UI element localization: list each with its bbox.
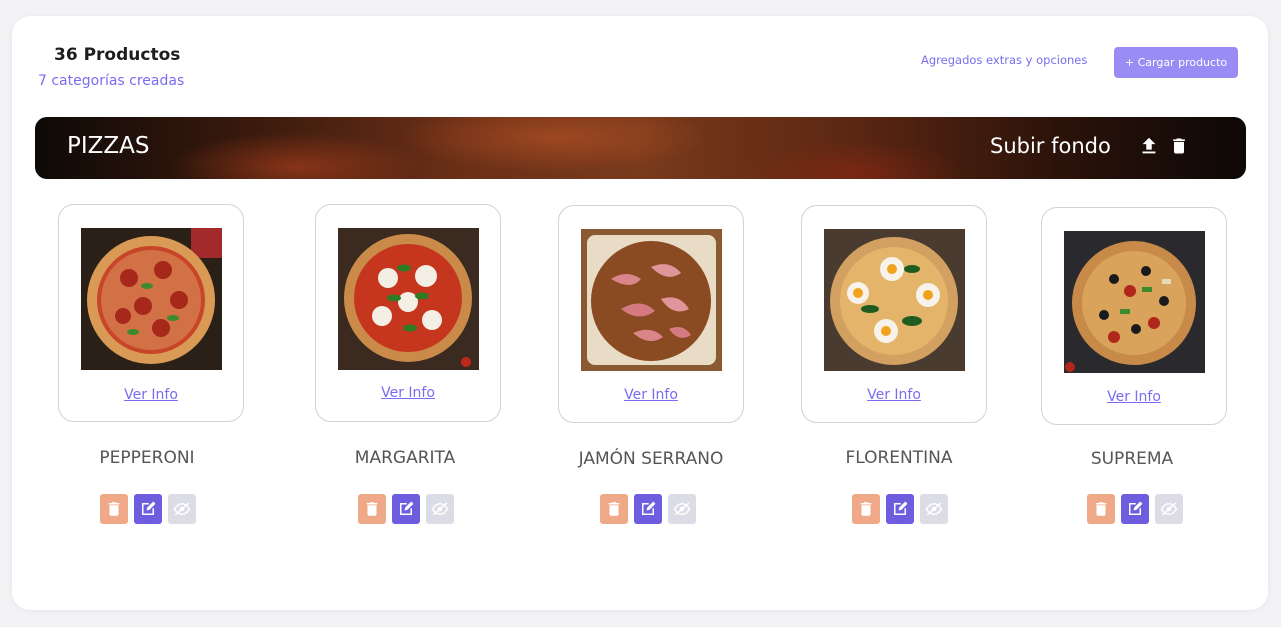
product-name: MARGARITA bbox=[354, 448, 456, 468]
eye-off-icon bbox=[1160, 502, 1178, 516]
delete-product-button[interactable] bbox=[600, 494, 628, 524]
trash-icon bbox=[1095, 502, 1107, 516]
product-image bbox=[581, 229, 722, 371]
product-card-florentina: Ver Info bbox=[801, 205, 987, 423]
edit-product-button[interactable] bbox=[1121, 494, 1149, 524]
edit-product-button[interactable] bbox=[392, 494, 420, 524]
product-name: SUPREMA bbox=[1090, 449, 1174, 469]
edit-product-button[interactable] bbox=[886, 494, 914, 524]
trash-icon bbox=[608, 502, 620, 516]
edit-icon bbox=[642, 501, 656, 515]
product-card-pepperoni: Ver Info bbox=[58, 204, 244, 422]
eye-off-icon bbox=[173, 502, 191, 516]
trash-icon[interactable] bbox=[1169, 135, 1189, 157]
delete-product-button[interactable] bbox=[1087, 494, 1115, 524]
ver-info-link[interactable]: Ver Info bbox=[559, 387, 743, 403]
upload-icon[interactable] bbox=[1138, 135, 1160, 157]
hide-product-button[interactable] bbox=[426, 494, 454, 524]
trash-icon bbox=[108, 502, 120, 516]
edit-icon bbox=[894, 501, 908, 515]
edit-product-button[interactable] bbox=[634, 494, 662, 524]
product-name: JAMÓN SERRANO bbox=[578, 449, 724, 469]
extras-options-link[interactable]: Agregados extras y opciones bbox=[921, 53, 1087, 67]
upload-background-button[interactable]: Subir fondo bbox=[990, 134, 1111, 158]
ver-info-link[interactable]: Ver Info bbox=[316, 385, 500, 401]
product-count: 36 Productos bbox=[54, 45, 181, 65]
delete-product-button[interactable] bbox=[358, 494, 386, 524]
product-image bbox=[1064, 231, 1205, 373]
eye-off-icon bbox=[925, 502, 943, 516]
hide-product-button[interactable] bbox=[668, 494, 696, 524]
ver-info-link[interactable]: Ver Info bbox=[1042, 389, 1226, 405]
product-name: FLORENTINA bbox=[845, 448, 953, 468]
eye-off-icon bbox=[431, 502, 449, 516]
hide-product-button[interactable] bbox=[1155, 494, 1183, 524]
category-banner: PIZZAS Subir fondo bbox=[35, 117, 1246, 179]
edit-icon bbox=[142, 501, 156, 515]
category-title: PIZZAS bbox=[67, 133, 150, 159]
product-card-suprema: Ver Info bbox=[1041, 207, 1227, 425]
delete-product-button[interactable] bbox=[852, 494, 880, 524]
upload-product-button[interactable]: + Cargar producto bbox=[1114, 47, 1238, 78]
product-image bbox=[824, 229, 965, 371]
product-image bbox=[338, 228, 479, 370]
trash-icon bbox=[366, 502, 378, 516]
eye-off-icon bbox=[673, 502, 691, 516]
hide-product-button[interactable] bbox=[168, 494, 196, 524]
delete-product-button[interactable] bbox=[100, 494, 128, 524]
edit-icon bbox=[1129, 501, 1143, 515]
ver-info-link[interactable]: Ver Info bbox=[59, 387, 243, 403]
edit-icon bbox=[400, 501, 414, 515]
product-card-jamon-serrano: Ver Info bbox=[558, 205, 744, 423]
edit-product-button[interactable] bbox=[134, 494, 162, 524]
product-image bbox=[81, 228, 222, 370]
ver-info-link[interactable]: Ver Info bbox=[802, 387, 986, 403]
product-card-margarita: Ver Info bbox=[315, 204, 501, 422]
product-name: PEPPERONI bbox=[99, 448, 195, 468]
trash-icon bbox=[860, 502, 872, 516]
hide-product-button[interactable] bbox=[920, 494, 948, 524]
categories-count: 7 categorías creadas bbox=[38, 73, 185, 89]
